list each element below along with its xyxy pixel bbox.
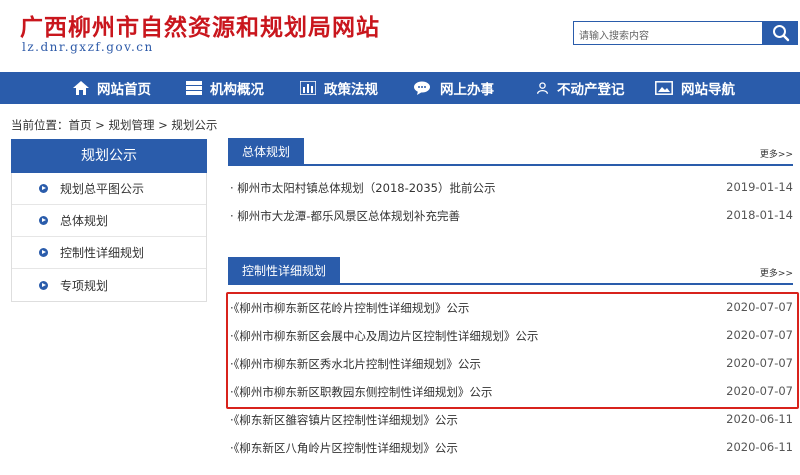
list-item-title[interactable]: ·《柳东新区八角岭片区控制性详细规划》公示 [230, 440, 458, 456]
breadcrumb: 当前位置：首页 > 规划管理 > 规划公示 [11, 118, 218, 132]
search-icon [773, 25, 790, 42]
nav-item-policy[interactable]: 政策法规 [300, 72, 378, 104]
sidebar-item-label: 专项规划 [60, 278, 109, 293]
sidebar-item-special-plan[interactable]: 专项规划 [12, 269, 206, 301]
list-item-title[interactable]: ·《柳东新区雒容镇片区控制性详细规划》公示 [230, 412, 458, 428]
sidebar-list: 规划总平图公示 总体规划 控制性详细规划 专项规划 [11, 173, 207, 302]
nav-label: 网站首页 [97, 82, 151, 98]
site-header: 广西柳州市自然资源和规划局网站 lz.dnr.gxzf.gov.cn 请输入搜索… [0, 0, 800, 72]
sidebar-item-general-plan-map[interactable]: 规划总平图公示 [12, 173, 206, 205]
arrow-circle-icon [39, 248, 48, 257]
nav-item-site-map[interactable]: 网站导航 [655, 72, 735, 104]
section-header-detailed-plan: 控制性详细规划 更多>> [228, 257, 793, 285]
nav-item-real-estate[interactable]: 不动产登记 [536, 72, 625, 104]
sidebar-title: 规划公示 [11, 139, 207, 173]
list-item[interactable]: · 柳州市大龙潭-都乐风景区总体规划补充完善 2018-01-14 [230, 206, 793, 226]
tab-master-plan[interactable]: 总体规划 [228, 138, 305, 166]
nav-label: 网上办事 [440, 82, 494, 98]
highlight-box [226, 292, 799, 409]
user-icon [536, 82, 549, 94]
main-nav: 网站首页 机构概况 政策法规 网上办事 不动产登记 网站导航 [0, 72, 800, 104]
sidebar-item-detailed-plan[interactable]: 控制性详细规划 [12, 237, 206, 269]
nav-label: 机构概况 [210, 82, 264, 98]
sidebar-item-label: 规划总平图公示 [60, 182, 145, 196]
list-item-title[interactable]: · 柳州市大龙潭-都乐风景区总体规划补充完善 [230, 208, 460, 224]
list-item-date: 2019-01-14 [726, 180, 793, 194]
home-icon [73, 81, 89, 95]
arrow-circle-icon [39, 216, 48, 225]
nav-label: 政策法规 [324, 82, 378, 98]
nav-item-organization[interactable]: 机构概况 [186, 72, 264, 104]
site-title[interactable]: 广西柳州市自然资源和规划局网站 [20, 8, 380, 42]
arrow-circle-icon [39, 184, 48, 193]
building-icon [186, 81, 202, 95]
nav-item-home[interactable]: 网站首页 [73, 72, 151, 104]
nav-label: 不动产登记 [557, 82, 625, 98]
list-item-date: 2020-06-11 [726, 440, 793, 454]
search-input[interactable]: 请输入搜索内容 [573, 21, 763, 45]
list-item-date: 2020-06-11 [726, 412, 793, 426]
image-icon [655, 81, 673, 95]
sidebar-item-master-plan[interactable]: 总体规划 [12, 205, 206, 237]
search-button[interactable] [763, 21, 798, 45]
more-link[interactable]: 更多>> [760, 266, 793, 279]
section-header-master-plan: 总体规划 更多>> [228, 138, 793, 166]
nav-label: 网站导航 [681, 82, 735, 98]
sidebar-item-label: 总体规划 [60, 214, 109, 228]
bar-chart-icon [300, 81, 316, 95]
tab-detailed-plan[interactable]: 控制性详细规划 [228, 257, 341, 285]
list-item[interactable]: ·《柳东新区雒容镇片区控制性详细规划》公示 2020-06-11 [230, 410, 793, 430]
list-item[interactable]: · 柳州市太阳村镇总体规划（2018-2035）批前公示 2019-01-14 [230, 178, 793, 198]
more-link[interactable]: 更多>> [760, 147, 793, 160]
list-item-date: 2018-01-14 [726, 208, 793, 222]
nav-item-online-service[interactable]: 网上办事 [414, 72, 494, 104]
chat-icon [414, 81, 430, 95]
list-item[interactable]: ·《柳东新区八角岭片区控制性详细规划》公示 2020-06-11 [230, 438, 793, 458]
list-item-title[interactable]: · 柳州市太阳村镇总体规划（2018-2035）批前公示 [230, 180, 496, 196]
arrow-circle-icon [39, 280, 48, 290]
sidebar-item-label: 控制性详细规划 [60, 246, 145, 260]
site-url: lz.dnr.gxzf.gov.cn [22, 40, 154, 54]
